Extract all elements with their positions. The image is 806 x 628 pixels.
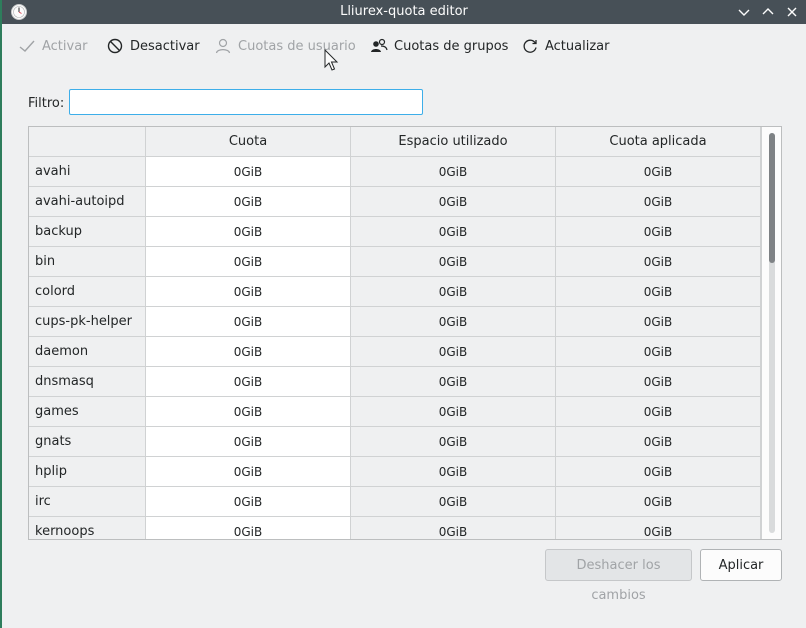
applied-cell: 0GiB bbox=[556, 427, 761, 457]
row-header[interactable]: irc bbox=[29, 487, 146, 517]
used-cell: 0GiB bbox=[351, 277, 556, 307]
forbidden-icon bbox=[106, 37, 124, 55]
used-cell: 0GiB bbox=[351, 367, 556, 397]
used-cell: 0GiB bbox=[351, 307, 556, 337]
minimize-chevron-down-icon[interactable] bbox=[735, 3, 753, 21]
close-icon[interactable] bbox=[783, 3, 801, 21]
mouse-pointer-icon bbox=[324, 48, 340, 73]
row-header[interactable]: kernoops bbox=[29, 517, 146, 539]
row-header[interactable]: games bbox=[29, 397, 146, 427]
table-row: cups-pk-helper 0GiB 0GiB 0GiB bbox=[29, 307, 761, 337]
vertical-scrollbar[interactable] bbox=[761, 127, 781, 539]
row-header[interactable]: avahi bbox=[29, 157, 146, 187]
applied-cell: 0GiB bbox=[556, 397, 761, 427]
toolbar: Activar Desactivar Cuotas de usuario Cuo… bbox=[2, 24, 806, 70]
deactivate-button[interactable]: Desactivar bbox=[106, 34, 200, 58]
user-icon bbox=[214, 37, 232, 55]
quota-cell[interactable]: 0GiB bbox=[146, 247, 351, 277]
quota-cell[interactable]: 0GiB bbox=[146, 427, 351, 457]
used-cell: 0GiB bbox=[351, 517, 556, 539]
refresh-label: Actualizar bbox=[545, 38, 610, 54]
used-cell: 0GiB bbox=[351, 187, 556, 217]
applied-cell: 0GiB bbox=[556, 247, 761, 277]
quota-table: Cuota Espacio utilizado Cuota aplicada a… bbox=[28, 126, 782, 540]
row-header[interactable]: gnats bbox=[29, 427, 146, 457]
used-cell: 0GiB bbox=[351, 487, 556, 517]
row-header[interactable]: daemon bbox=[29, 337, 146, 367]
quota-cell[interactable]: 0GiB bbox=[146, 337, 351, 367]
used-cell: 0GiB bbox=[351, 217, 556, 247]
maximize-chevron-up-icon[interactable] bbox=[759, 3, 777, 21]
quota-cell[interactable]: 0GiB bbox=[146, 217, 351, 247]
refresh-button[interactable]: Actualizar bbox=[521, 34, 609, 58]
table-header: Cuota Espacio utilizado Cuota aplicada bbox=[29, 127, 761, 157]
row-header[interactable]: cups-pk-helper bbox=[29, 307, 146, 337]
table-row: avahi 0GiB 0GiB 0GiB bbox=[29, 157, 761, 187]
table-row: hplip 0GiB 0GiB 0GiB bbox=[29, 457, 761, 487]
group-icon bbox=[370, 37, 388, 55]
table-row: games 0GiB 0GiB 0GiB bbox=[29, 397, 761, 427]
column-header-applied[interactable]: Cuota aplicada bbox=[556, 127, 761, 157]
title-bar: Lliurex-quota editor bbox=[2, 0, 806, 24]
row-header[interactable]: avahi-autoipd bbox=[29, 187, 146, 217]
table-row: bin 0GiB 0GiB 0GiB bbox=[29, 247, 761, 277]
row-header[interactable]: backup bbox=[29, 217, 146, 247]
table-row: colord 0GiB 0GiB 0GiB bbox=[29, 277, 761, 307]
table-row: gnats 0GiB 0GiB 0GiB bbox=[29, 427, 761, 457]
filter-label: Filtro: bbox=[28, 96, 65, 111]
applied-cell: 0GiB bbox=[556, 307, 761, 337]
table-row: daemon 0GiB 0GiB 0GiB bbox=[29, 337, 761, 367]
group-quotas-button[interactable]: Cuotas de grupos bbox=[370, 34, 508, 58]
used-cell: 0GiB bbox=[351, 427, 556, 457]
undo-changes-button[interactable]: Deshacer los cambios bbox=[545, 549, 692, 603]
used-cell: 0GiB bbox=[351, 337, 556, 367]
window-edge bbox=[0, 0, 2, 628]
table-row: dnsmasq 0GiB 0GiB 0GiB bbox=[29, 367, 761, 397]
table-row: avahi-autoipd 0GiB 0GiB 0GiB bbox=[29, 187, 761, 217]
applied-cell: 0GiB bbox=[556, 337, 761, 367]
applied-cell: 0GiB bbox=[556, 187, 761, 217]
table-row: irc 0GiB 0GiB 0GiB bbox=[29, 487, 761, 517]
quota-cell[interactable]: 0GiB bbox=[146, 517, 351, 539]
applied-cell: 0GiB bbox=[556, 457, 761, 487]
filter-input[interactable] bbox=[69, 89, 423, 115]
row-header[interactable]: dnsmasq bbox=[29, 367, 146, 397]
apply-button[interactable]: Aplicar bbox=[700, 549, 782, 581]
table-row: kernoops 0GiB 0GiB 0GiB bbox=[29, 517, 761, 539]
applied-cell: 0GiB bbox=[556, 487, 761, 517]
window-title: Lliurex-quota editor bbox=[340, 4, 468, 19]
applied-cell: 0GiB bbox=[556, 157, 761, 187]
check-icon bbox=[18, 37, 36, 55]
column-header-quota[interactable]: Cuota bbox=[146, 127, 351, 157]
quota-cell[interactable]: 0GiB bbox=[146, 397, 351, 427]
row-header[interactable]: colord bbox=[29, 277, 146, 307]
table-corner bbox=[29, 127, 146, 157]
quota-cell[interactable]: 0GiB bbox=[146, 277, 351, 307]
quota-cell[interactable]: 0GiB bbox=[146, 157, 351, 187]
applied-cell: 0GiB bbox=[556, 367, 761, 397]
used-cell: 0GiB bbox=[351, 457, 556, 487]
quota-cell[interactable]: 0GiB bbox=[146, 187, 351, 217]
row-header[interactable]: hplip bbox=[29, 457, 146, 487]
quota-cell[interactable]: 0GiB bbox=[146, 367, 351, 397]
group-quotas-label: Cuotas de grupos bbox=[394, 38, 509, 54]
deactivate-label: Desactivar bbox=[130, 38, 200, 54]
quota-cell[interactable]: 0GiB bbox=[146, 457, 351, 487]
used-cell: 0GiB bbox=[351, 397, 556, 427]
column-header-used[interactable]: Espacio utilizado bbox=[351, 127, 556, 157]
used-cell: 0GiB bbox=[351, 247, 556, 277]
applied-cell: 0GiB bbox=[556, 277, 761, 307]
row-header[interactable]: bin bbox=[29, 247, 146, 277]
activate-label: Activar bbox=[42, 38, 88, 54]
refresh-icon bbox=[521, 37, 539, 55]
activate-button[interactable]: Activar bbox=[18, 34, 88, 58]
quota-cell[interactable]: 0GiB bbox=[146, 487, 351, 517]
applied-cell: 0GiB bbox=[556, 517, 761, 539]
applied-cell: 0GiB bbox=[556, 217, 761, 247]
quota-cell[interactable]: 0GiB bbox=[146, 307, 351, 337]
table-row: backup 0GiB 0GiB 0GiB bbox=[29, 217, 761, 247]
table-body: avahi 0GiB 0GiB 0GiB avahi-autoipd 0GiB … bbox=[29, 157, 761, 539]
used-cell: 0GiB bbox=[351, 157, 556, 187]
scrollbar-thumb[interactable] bbox=[769, 133, 775, 263]
